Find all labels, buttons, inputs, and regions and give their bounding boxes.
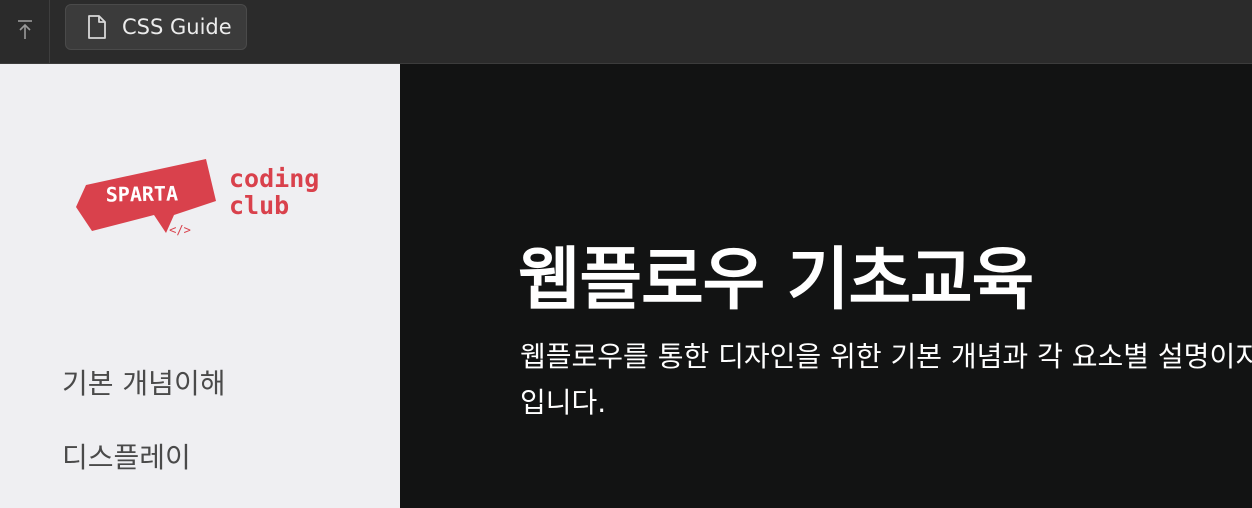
- logo-line1: coding: [229, 164, 319, 193]
- logo-code-mark: </>: [169, 223, 191, 237]
- page-title: 웹플로우 기초교육: [518, 241, 1034, 320]
- sparta-coding-club-logo[interactable]: SPARTA </> coding club: [74, 157, 330, 243]
- top-bar: CSS Guide: [0, 0, 1252, 64]
- document-icon: [86, 14, 108, 40]
- arrow-up-bar-icon: [15, 19, 35, 45]
- nav-item-basic-concepts[interactable]: 기본 개념이해: [62, 362, 225, 402]
- scroll-top-button[interactable]: [0, 0, 50, 63]
- tab-label: CSS Guide: [122, 15, 232, 39]
- logo-line2: club: [229, 191, 289, 220]
- logo-brand: SPARTA: [106, 181, 179, 206]
- sidebar: SPARTA </> coding club 기본 개념이해 디스플레이: [0, 64, 400, 508]
- nav-item-display[interactable]: 디스플레이: [62, 436, 191, 476]
- main-content: 웹플로우 기초교육 웹플로우를 통한 디자인을 위한 기본 개념과 각 요소별 …: [400, 64, 1252, 508]
- page-description: 웹플로우를 통한 디자인을 위한 기본 개념과 각 요소별 설명이지 입니다.: [520, 340, 1252, 419]
- tab-css-guide[interactable]: CSS Guide: [65, 4, 247, 50]
